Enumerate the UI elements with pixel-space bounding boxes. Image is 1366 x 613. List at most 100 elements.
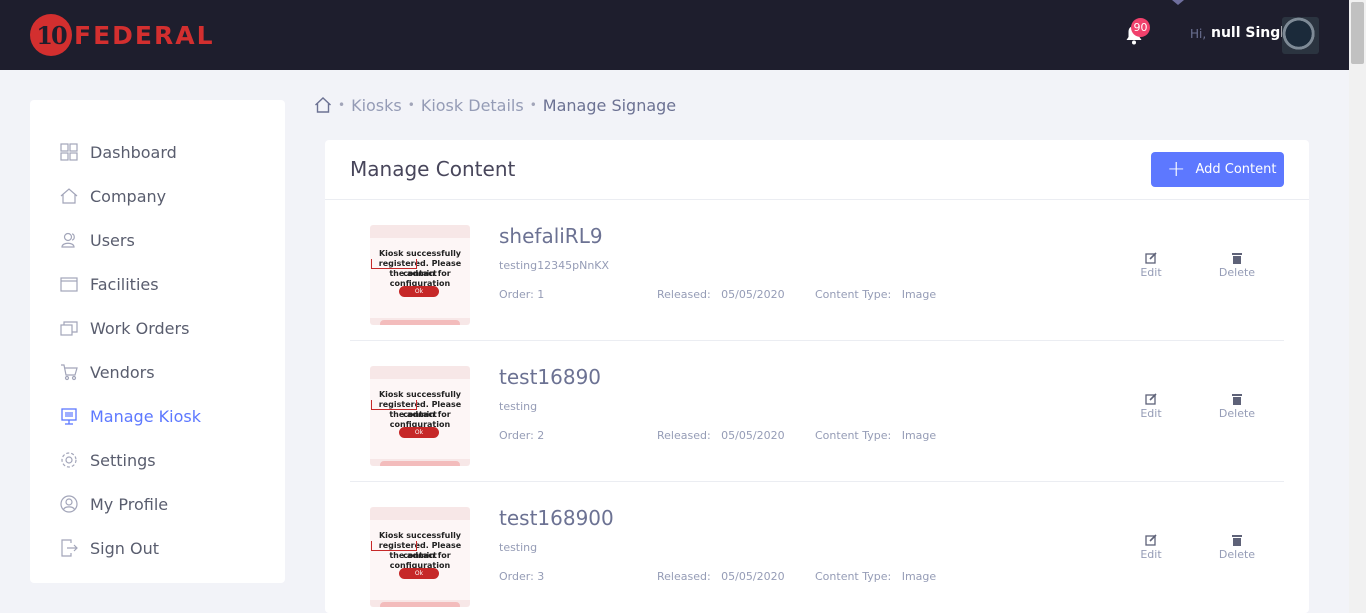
edit-label: Edit [1140,548,1162,561]
content-card: Manage Content + Add Content Kiosk succe… [325,140,1309,613]
sidebar-item-users[interactable]: Users [60,228,135,252]
sidebar-item-label: My Profile [90,494,169,514]
cart-icon [60,363,78,381]
breadcrumb-separator: • [407,98,415,112]
breadcrumb-separator: • [338,98,346,112]
sidebar-item-label: Company [90,186,167,206]
logo-text: FEDERAL [74,20,215,50]
sidebar-item-work-orders[interactable]: Work Orders [60,316,189,340]
plus-icon: + [1167,156,1186,182]
thumbnail-highlight [371,400,417,410]
sidebar-item-facilities[interactable]: Facilities [60,272,159,296]
facilities-icon [60,275,78,293]
edit-button[interactable]: Edit [1126,252,1176,279]
delete-label: Delete [1218,407,1256,420]
edit-icon [1145,534,1157,546]
scrollbar-thumb[interactable] [1351,2,1364,64]
logo-badge: 10 [30,14,72,56]
card-header: Manage Content + Add Content [325,140,1309,200]
brand-logo[interactable]: 10 FEDERAL [30,14,215,56]
edit-button[interactable]: Edit [1126,393,1176,420]
page-title: Manage Content [350,157,516,181]
trash-icon [1232,253,1242,264]
add-content-label: Add Content [1195,162,1277,177]
content-title[interactable]: shefaliRL9 [499,224,603,248]
thumbnail-ok-button: Ok [399,427,439,438]
page-scrollbar[interactable] [1349,0,1366,613]
work-orders-icon [60,319,78,337]
delete-button[interactable]: Delete [1212,393,1262,420]
released-label: Released: [657,288,711,301]
sidebar-item-sign-out[interactable]: Sign Out [60,536,159,560]
order-value: 3 [537,570,545,583]
content-type-meta: Content Type: Image [815,288,936,301]
order-value: 1 [537,288,545,301]
content-thumbnail[interactable]: Kiosk successfully registered. Please co… [370,225,470,325]
order-meta: Order: 1 [499,288,544,301]
released-meta: Released: 05/05/2020 [657,429,785,442]
edit-icon [1145,252,1157,264]
content-title[interactable]: test16890 [499,365,601,389]
delete-button[interactable]: Delete [1212,534,1262,561]
greeting-text: Hi, [1190,27,1207,41]
order-label: Order: [499,288,534,301]
users-icon [60,231,78,249]
content-type-value: Image [901,429,937,442]
breadcrumb-kiosk-details[interactable]: Kiosk Details [421,96,524,115]
sidebar-item-my-profile[interactable]: My Profile [60,492,168,516]
thumbnail-ok-button: Ok [399,568,439,579]
profile-icon [60,495,78,513]
content-row: Kiosk successfully registered. Please co… [350,482,1284,613]
sidebar-item-label: Settings [90,450,156,470]
sidebar: Dashboard Company Users Facilities Work … [30,100,285,583]
content-type-label: Content Type: [815,570,892,583]
content-type-label: Content Type: [815,288,892,301]
sidebar-item-settings[interactable]: Settings [60,448,156,472]
delete-label: Delete [1218,266,1256,279]
content-type-value: Image [901,570,937,583]
avatar[interactable] [1282,17,1319,54]
sidebar-item-label: Dashboard [90,142,177,162]
delete-label: Delete [1218,548,1256,561]
kiosk-icon [60,407,78,425]
trash-icon [1232,394,1242,405]
sidebar-item-dashboard[interactable]: Dashboard [60,140,177,164]
content-type-meta: Content Type: Image [815,429,936,442]
thumbnail-text: Kiosk successfully [378,249,462,258]
sidebar-item-label: Work Orders [90,318,190,338]
order-meta: Order: 3 [499,570,544,583]
breadcrumb-separator: • [529,98,537,112]
thumbnail-bar [380,320,460,325]
gear-icon [60,451,78,469]
content-row: Kiosk successfully registered. Please co… [350,200,1284,341]
sidebar-item-company[interactable]: Company [60,184,166,208]
sidebar-item-label: Users [90,230,135,250]
add-content-button[interactable]: + Add Content [1151,152,1284,187]
content-thumbnail[interactable]: Kiosk successfully registered. Please co… [370,366,470,466]
home-icon [60,187,78,205]
dashboard-icon [60,143,78,161]
content-thumbnail[interactable]: Kiosk successfully registered. Please co… [370,507,470,607]
content-row: Kiosk successfully registered. Please co… [350,341,1284,482]
edit-button[interactable]: Edit [1126,534,1176,561]
sidebar-item-manage-kiosk[interactable]: Manage Kiosk [60,404,201,428]
breadcrumb-kiosks[interactable]: Kiosks [351,96,402,115]
user-name[interactable]: null Singh [1211,25,1290,41]
content-title[interactable]: test168900 [499,506,614,530]
order-value: 2 [537,429,545,442]
sidebar-item-vendors[interactable]: Vendors [60,360,155,384]
released-meta: Released: 05/05/2020 [657,288,785,301]
content-description: testing [499,541,538,554]
edit-icon [1145,393,1157,405]
released-label: Released: [657,429,711,442]
content-description: testing [499,400,538,413]
edit-label: Edit [1140,407,1162,420]
home-icon[interactable] [314,96,332,114]
content-type-meta: Content Type: Image [815,570,936,583]
released-value: 05/05/2020 [721,570,785,583]
top-header: 10 FEDERAL 90 Hi, null Singh [0,0,1349,70]
delete-button[interactable]: Delete [1212,252,1262,279]
order-label: Order: [499,429,534,442]
dropdown-caret-icon [1172,0,1184,5]
notification-badge: 90 [1131,18,1150,37]
